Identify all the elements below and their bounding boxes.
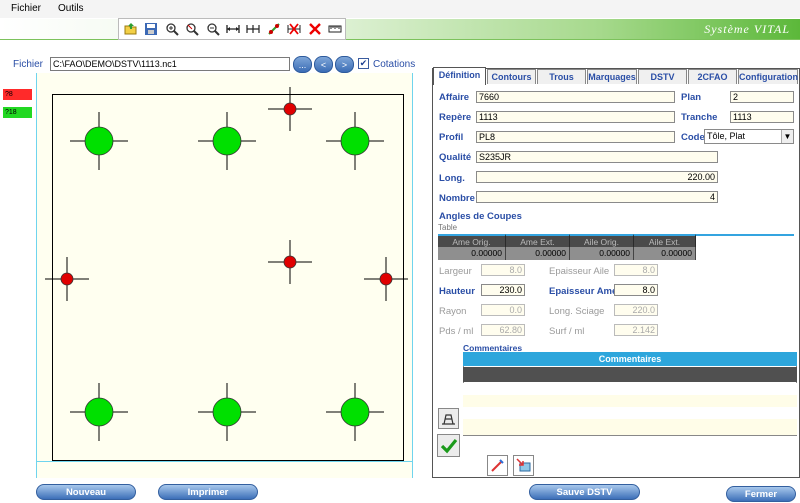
tab-trous[interactable]: Trous	[537, 69, 586, 84]
tranche-label: Tranche	[681, 112, 718, 123]
largeur-field: 8.0	[481, 264, 525, 276]
nombre-field[interactable]: 4	[476, 191, 718, 203]
profil-label: Profil	[439, 132, 464, 143]
hole-large[interactable]	[326, 112, 384, 170]
rayon-label: Rayon	[439, 306, 467, 317]
ep-aile-field: 8.0	[614, 264, 658, 276]
angles-title: Angles de Coupes	[439, 211, 522, 222]
pds-ml-label: Pds / ml	[439, 326, 474, 337]
angles-header-ame-orig: Ame Orig.	[438, 234, 506, 247]
repere-field[interactable]: 1113	[476, 111, 675, 123]
ep-aile-label: Epaisseur Aile	[549, 266, 610, 277]
angles-cell-ame-ext[interactable]: 0.00000	[506, 247, 570, 260]
tab-dstv[interactable]: DSTV	[638, 69, 687, 84]
import-button[interactable]	[513, 455, 534, 476]
hole-large[interactable]	[198, 112, 256, 170]
largeur-label: Largeur	[439, 266, 472, 277]
app-title: Système VITAL	[704, 22, 790, 36]
commentaires-selected-row[interactable]	[463, 367, 797, 382]
fermer-button[interactable]: Fermer	[726, 486, 796, 502]
table-row[interactable]	[463, 395, 797, 407]
affaire-label: Affaire	[439, 92, 470, 103]
hole-large[interactable]	[70, 112, 128, 170]
angles-header-aile-ext: Aile Ext.	[634, 234, 696, 247]
checkmark-icon	[440, 438, 457, 453]
table-row[interactable]	[463, 407, 797, 419]
sauve-dstv-button[interactable]: Sauve DSTV	[529, 484, 640, 500]
angles-cell-aile-ext[interactable]: 0.00000	[634, 247, 696, 260]
hauteur-field[interactable]: 230.0	[481, 284, 525, 296]
hauteur-label: Hauteur	[439, 286, 475, 297]
nouveau-button[interactable]: Nouveau	[36, 484, 136, 500]
tab-contours[interactable]: Contours	[487, 69, 536, 84]
commentaires-header: Commentaires	[463, 352, 797, 366]
angles-cell-ame-orig[interactable]: 0.00000	[438, 247, 506, 260]
qualite-field[interactable]: S235JR	[476, 151, 718, 163]
surf-ml-label: Surf / ml	[549, 326, 585, 337]
validate-button[interactable]	[437, 434, 460, 457]
hole-large[interactable]	[198, 383, 256, 441]
code-label: Code	[681, 132, 705, 143]
angles-header-ame-ext: Ame Ext.	[506, 234, 570, 247]
import-icon	[516, 458, 531, 472]
plan-label: Plan	[681, 92, 702, 103]
hole-small[interactable]	[364, 257, 408, 301]
table-row[interactable]	[463, 383, 797, 395]
table-row[interactable]	[463, 419, 797, 435]
hole-large[interactable]	[326, 383, 384, 441]
hole-small[interactable]	[45, 257, 89, 301]
chevron-down-icon[interactable]: ▼	[781, 130, 793, 143]
angles-header-aile-orig: Aile Orig.	[570, 234, 634, 247]
table-caption: Table	[438, 223, 458, 232]
long-field[interactable]: 220.00	[476, 171, 718, 183]
edit-contour-button[interactable]	[487, 455, 508, 476]
imprimer-button[interactable]: Imprimer	[158, 484, 258, 500]
long-sciage-label: Long. Sciage	[549, 306, 605, 317]
tab-marquages[interactable]: Marquages	[587, 69, 637, 84]
nombre-label: Nombre	[439, 193, 475, 204]
angles-header-filler	[696, 234, 794, 247]
tab-definition[interactable]: Définition	[433, 67, 486, 85]
plan-field[interactable]: 2	[730, 91, 794, 103]
ep-ame-label: Epaisseur Ame	[549, 286, 618, 297]
comment-tool-button[interactable]	[438, 408, 459, 429]
repere-label: Repère	[439, 112, 472, 123]
surf-ml-field: 2.142	[614, 324, 658, 336]
pencil-icon	[491, 459, 504, 472]
holes-layer	[45, 87, 408, 441]
pds-ml-field: 62.80	[481, 324, 525, 336]
long-sciage-field: 220.0	[614, 304, 658, 316]
hole-small[interactable]	[268, 87, 312, 131]
tab-2cfao[interactable]: 2CFAO	[688, 69, 737, 84]
profile-icon	[442, 413, 455, 425]
ep-ame-field[interactable]: 8.0	[614, 284, 658, 296]
tranche-field[interactable]: 1113	[730, 111, 794, 123]
hole-small[interactable]	[268, 240, 312, 284]
qualite-label: Qualité	[439, 152, 472, 163]
profil-field[interactable]: PL8	[476, 131, 675, 143]
rayon-field: 0.0	[481, 304, 525, 316]
long-label: Long.	[439, 173, 465, 184]
angles-cell-aile-orig[interactable]: 0.00000	[570, 247, 634, 260]
affaire-field[interactable]: 7660	[476, 91, 675, 103]
tab-configuration[interactable]: Configuration	[738, 69, 798, 84]
hole-large[interactable]	[70, 383, 128, 441]
